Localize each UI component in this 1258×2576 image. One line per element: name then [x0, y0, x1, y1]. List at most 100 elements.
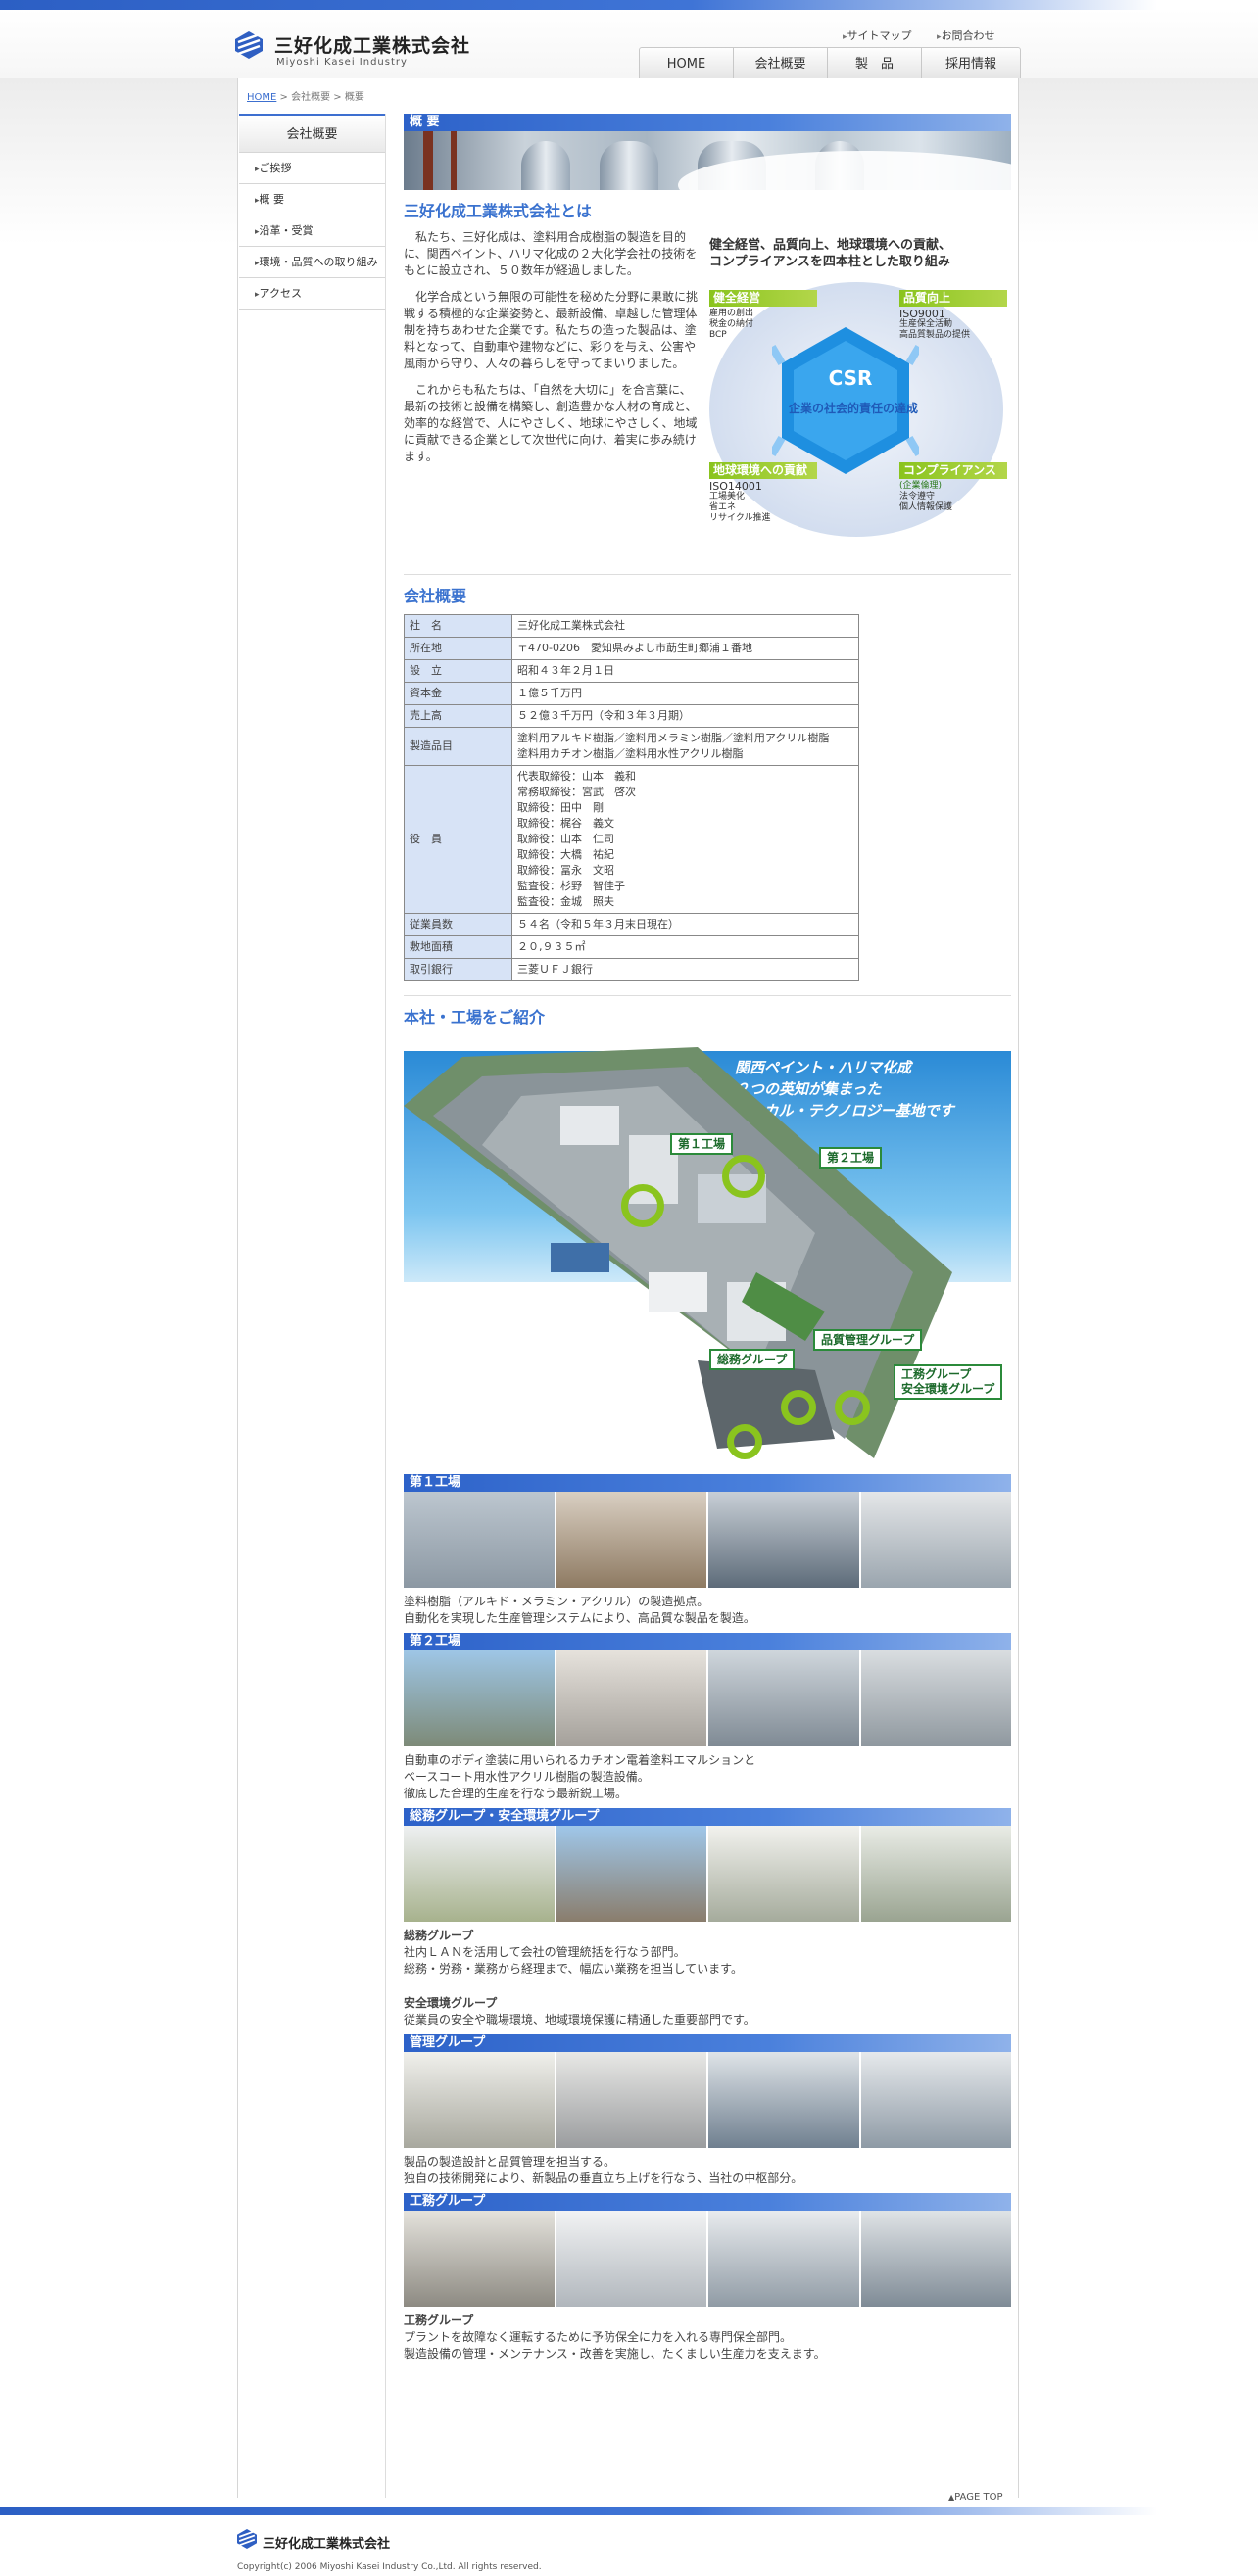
csr-tag-label: コンプライアンス	[899, 462, 1007, 479]
desc-line: 従業員の安全や職場環境、地域環境保護に精通した重要部門です。	[404, 2013, 755, 2027]
photo-strip	[404, 1826, 1011, 1922]
sidebar-item-greeting[interactable]: ご挨拶	[239, 153, 385, 184]
profile-value: 代表取締役：山本 義和 常務取締役：宮武 啓次 取締役：田中 剛取締役：梶谷 義文取…	[511, 765, 859, 914]
profile-value: 三菱ＵＦＪ銀行	[511, 958, 859, 981]
photo	[708, 1826, 859, 1922]
nav-company[interactable]: 会社概要	[734, 48, 828, 81]
photo	[556, 2052, 706, 2148]
profile-value-line: 塗料用カチオン樹脂／塗料用水性アクリル樹脂	[517, 747, 744, 760]
csr-tag-management: 健全経営 雇用の創出 税金の納付 BCP	[709, 290, 817, 341]
footer-accent-bar	[0, 2507, 1258, 2515]
profile-value-line: 取締役：梶谷 義文	[517, 817, 614, 830]
profile-value: ５４名（令和５年３月末日現在）	[511, 913, 859, 936]
profile-value: １億５千万円	[511, 682, 859, 705]
profile-value-line: 三好化成工業株式会社	[517, 619, 625, 632]
profile-value: ２０,９３５㎡	[511, 935, 859, 959]
utility-links: サイトマップ お問合わせ	[843, 27, 1017, 43]
sidebar-item-environment[interactable]: 環境・品質への取り組み	[239, 247, 385, 278]
profile-key: 取引銀行	[404, 958, 512, 981]
photo	[860, 1826, 1011, 1922]
profile-value: 〒470-0206 愛知県みよし市莇生町郷浦１番地	[511, 637, 859, 660]
csr-tag-environment: 地球環境への貢献 ISO14001 工場美化 省エネ リサイクル推進	[709, 462, 817, 524]
unit-bar: 管理グループ	[404, 2034, 1011, 2052]
csr-tag-line: 税金の納付	[709, 319, 754, 329]
group-name: 安全環境グループ	[404, 1996, 498, 2010]
breadcrumb-company[interactable]: 会社概要	[291, 92, 330, 103]
unit-general-affairs: 総務グループ・安全環境グループ 総務グループ 社内ＬＡＮを活用して会社の管理統括…	[404, 1808, 1011, 2028]
profile-key: 所在地	[404, 637, 512, 660]
csr-tag-label: 健全経営	[709, 290, 817, 307]
marker-ring	[727, 1424, 762, 1459]
photo	[708, 2052, 859, 2148]
page-top-link[interactable]: PAGE TOP	[948, 2492, 1002, 2503]
label-general-affairs[interactable]: 総務グループ	[709, 1349, 796, 1370]
main-content: 概 要 三好化成工業株式会社とは 私たち、三好化成は、塗料用合成樹脂の製造を目的…	[404, 114, 1011, 2362]
profile-value-line: 〒470-0206 愛知県みよし市莇生町郷浦１番地	[517, 642, 752, 654]
unit-description: 製品の製造設計と品質管理を担当する。 独自の技術開発により、新製品の垂直立ち上げ…	[404, 2154, 1011, 2187]
about-paragraph: これからも私たちは、「自然を大切に」を合言葉に、最新の技術と設備を構築し、創造豊…	[404, 383, 698, 463]
section-bar: 概 要	[404, 114, 1011, 131]
profile-value-line: 監査役：杉野 智佳子	[517, 880, 625, 892]
unit-factory-1: 第１工場 塗料樹脂（アルキド・メラミン・アクリル）の製造拠点。 自動化を実現した…	[404, 1474, 1011, 1627]
label-engineering[interactable]: 工務グループ 安全環境グループ	[894, 1364, 1003, 1400]
desc-line: プラントを故障なく運転するために予防保全に力を入れる専門保全部門。	[404, 2330, 793, 2344]
label-factory-2[interactable]: 第２工場	[819, 1147, 883, 1169]
label-line: 工務グループ	[901, 1367, 972, 1381]
logo-text-jp: 三好化成工業株式会社	[274, 35, 471, 57]
profile-row: 敷地面積 ２０,９３５㎡	[404, 935, 859, 959]
profile-row: 設 立昭和４３年２月１日	[404, 659, 859, 683]
desc-line: 徹底した合理的生産を行なう最新鋭工場。	[404, 1787, 628, 1800]
sidebar-item-overview[interactable]: 概 要	[239, 184, 385, 215]
desc-line: 総務・労務・業務から経理まで、幅広い業務を担当しています。	[404, 1962, 743, 1976]
logo-text-en: Miyoshi Kasei Industry	[276, 57, 408, 68]
logo-mark-icon	[235, 31, 263, 59]
breadcrumb-home[interactable]: HOME	[247, 92, 276, 103]
divider	[404, 574, 1011, 575]
sitemap-link[interactable]: サイトマップ	[843, 27, 912, 43]
sidebar-item-history[interactable]: 沿革・受賞	[239, 215, 385, 247]
unit-description: 総務グループ 社内ＬＡＮを活用して会社の管理統括を行なう部門。 総務・労務・業務…	[404, 1928, 1011, 2028]
label-quality-control[interactable]: 品質管理グループ	[813, 1329, 923, 1351]
desc-line: 自動化を実現した生産管理システムにより、高品質な製品を製造。	[404, 1611, 755, 1625]
plant-map-illustration	[404, 1047, 952, 1458]
photo	[556, 2211, 706, 2307]
unit-management: 管理グループ 製品の製造設計と品質管理を担当する。 独自の技術開発により、新製品…	[404, 2034, 1011, 2187]
company-profile-table: 社 名三好化成工業株式会社 所在地 〒470-0206 愛知県みよし市莇生町郷浦１番…	[404, 614, 859, 981]
unit-description: 塗料樹脂（アルキド・メラミン・アクリル）の製造拠点。 自動化を実現した生産管理シ…	[404, 1594, 1011, 1627]
factory-title: 本社・工場をご紹介	[404, 1008, 546, 1026]
photo	[404, 2052, 555, 2148]
desc-line: ベースコート用水性アクリル樹脂の製造設備。	[404, 1770, 650, 1784]
site-header: 三好化成工業株式会社 Miyoshi Kasei Industry サイトマップ…	[0, 10, 1258, 82]
profile-key: 資本金	[404, 682, 512, 705]
nav-products[interactable]: 製 品	[828, 48, 922, 81]
nav-home[interactable]: HOME	[640, 48, 734, 81]
desc-line: 社内ＬＡＮを活用して会社の管理統括を行なう部門。	[404, 1945, 686, 1959]
unit-description: 自動車のボディ塗装に用いられるカチオン電着塗料エマルションと ベースコート用水性…	[404, 1752, 1011, 1802]
site-logo[interactable]: 三好化成工業株式会社 Miyoshi Kasei Industry	[235, 24, 480, 71]
photo	[860, 2052, 1011, 2148]
profile-title: 会社概要	[404, 587, 467, 605]
photo	[860, 2211, 1011, 2307]
about-text: 私たち、三好化成は、塗料用合成樹脂の製造を目的に、関西ペイント、ハリマ化成の２大…	[404, 229, 698, 475]
photo	[556, 1826, 706, 1922]
sidebar-item-access[interactable]: アクセス	[239, 278, 385, 310]
profile-key: 敷地面積	[404, 935, 512, 959]
profile-value: ５２億３千万円（令和３年３月期）	[511, 704, 859, 728]
photo	[404, 1650, 555, 1746]
profile-row: 所在地 〒470-0206 愛知県みよし市莇生町郷浦１番地	[404, 637, 859, 660]
marker-ring	[835, 1390, 870, 1425]
header-banner-image	[404, 131, 1011, 190]
nav-recruit[interactable]: 採用情報	[922, 48, 1020, 81]
contact-link[interactable]: お問合わせ	[937, 27, 995, 43]
photo	[404, 1826, 555, 1922]
profile-row: 売上高 ５２億３千万円（令和３年３月期）	[404, 704, 859, 728]
sidebar: 会社概要 ご挨拶 概 要 沿革・受賞 環境・品質への取り組み アクセス	[239, 114, 386, 2498]
unit-bar: 第１工場	[404, 1474, 1011, 1492]
profile-value-line: ５４名（令和５年３月末日現在）	[517, 918, 679, 930]
csr-tag-line: 個人情報保護	[899, 502, 953, 512]
photo-strip	[404, 1650, 1011, 1746]
csr-tag-line: 法令遵守	[899, 492, 936, 501]
desc-line: 塗料樹脂（アルキド・メラミン・アクリル）の製造拠点。	[404, 1595, 709, 1608]
label-factory-1[interactable]: 第１工場	[670, 1133, 734, 1155]
profile-value-line: 取締役：田中 剛	[517, 801, 604, 814]
